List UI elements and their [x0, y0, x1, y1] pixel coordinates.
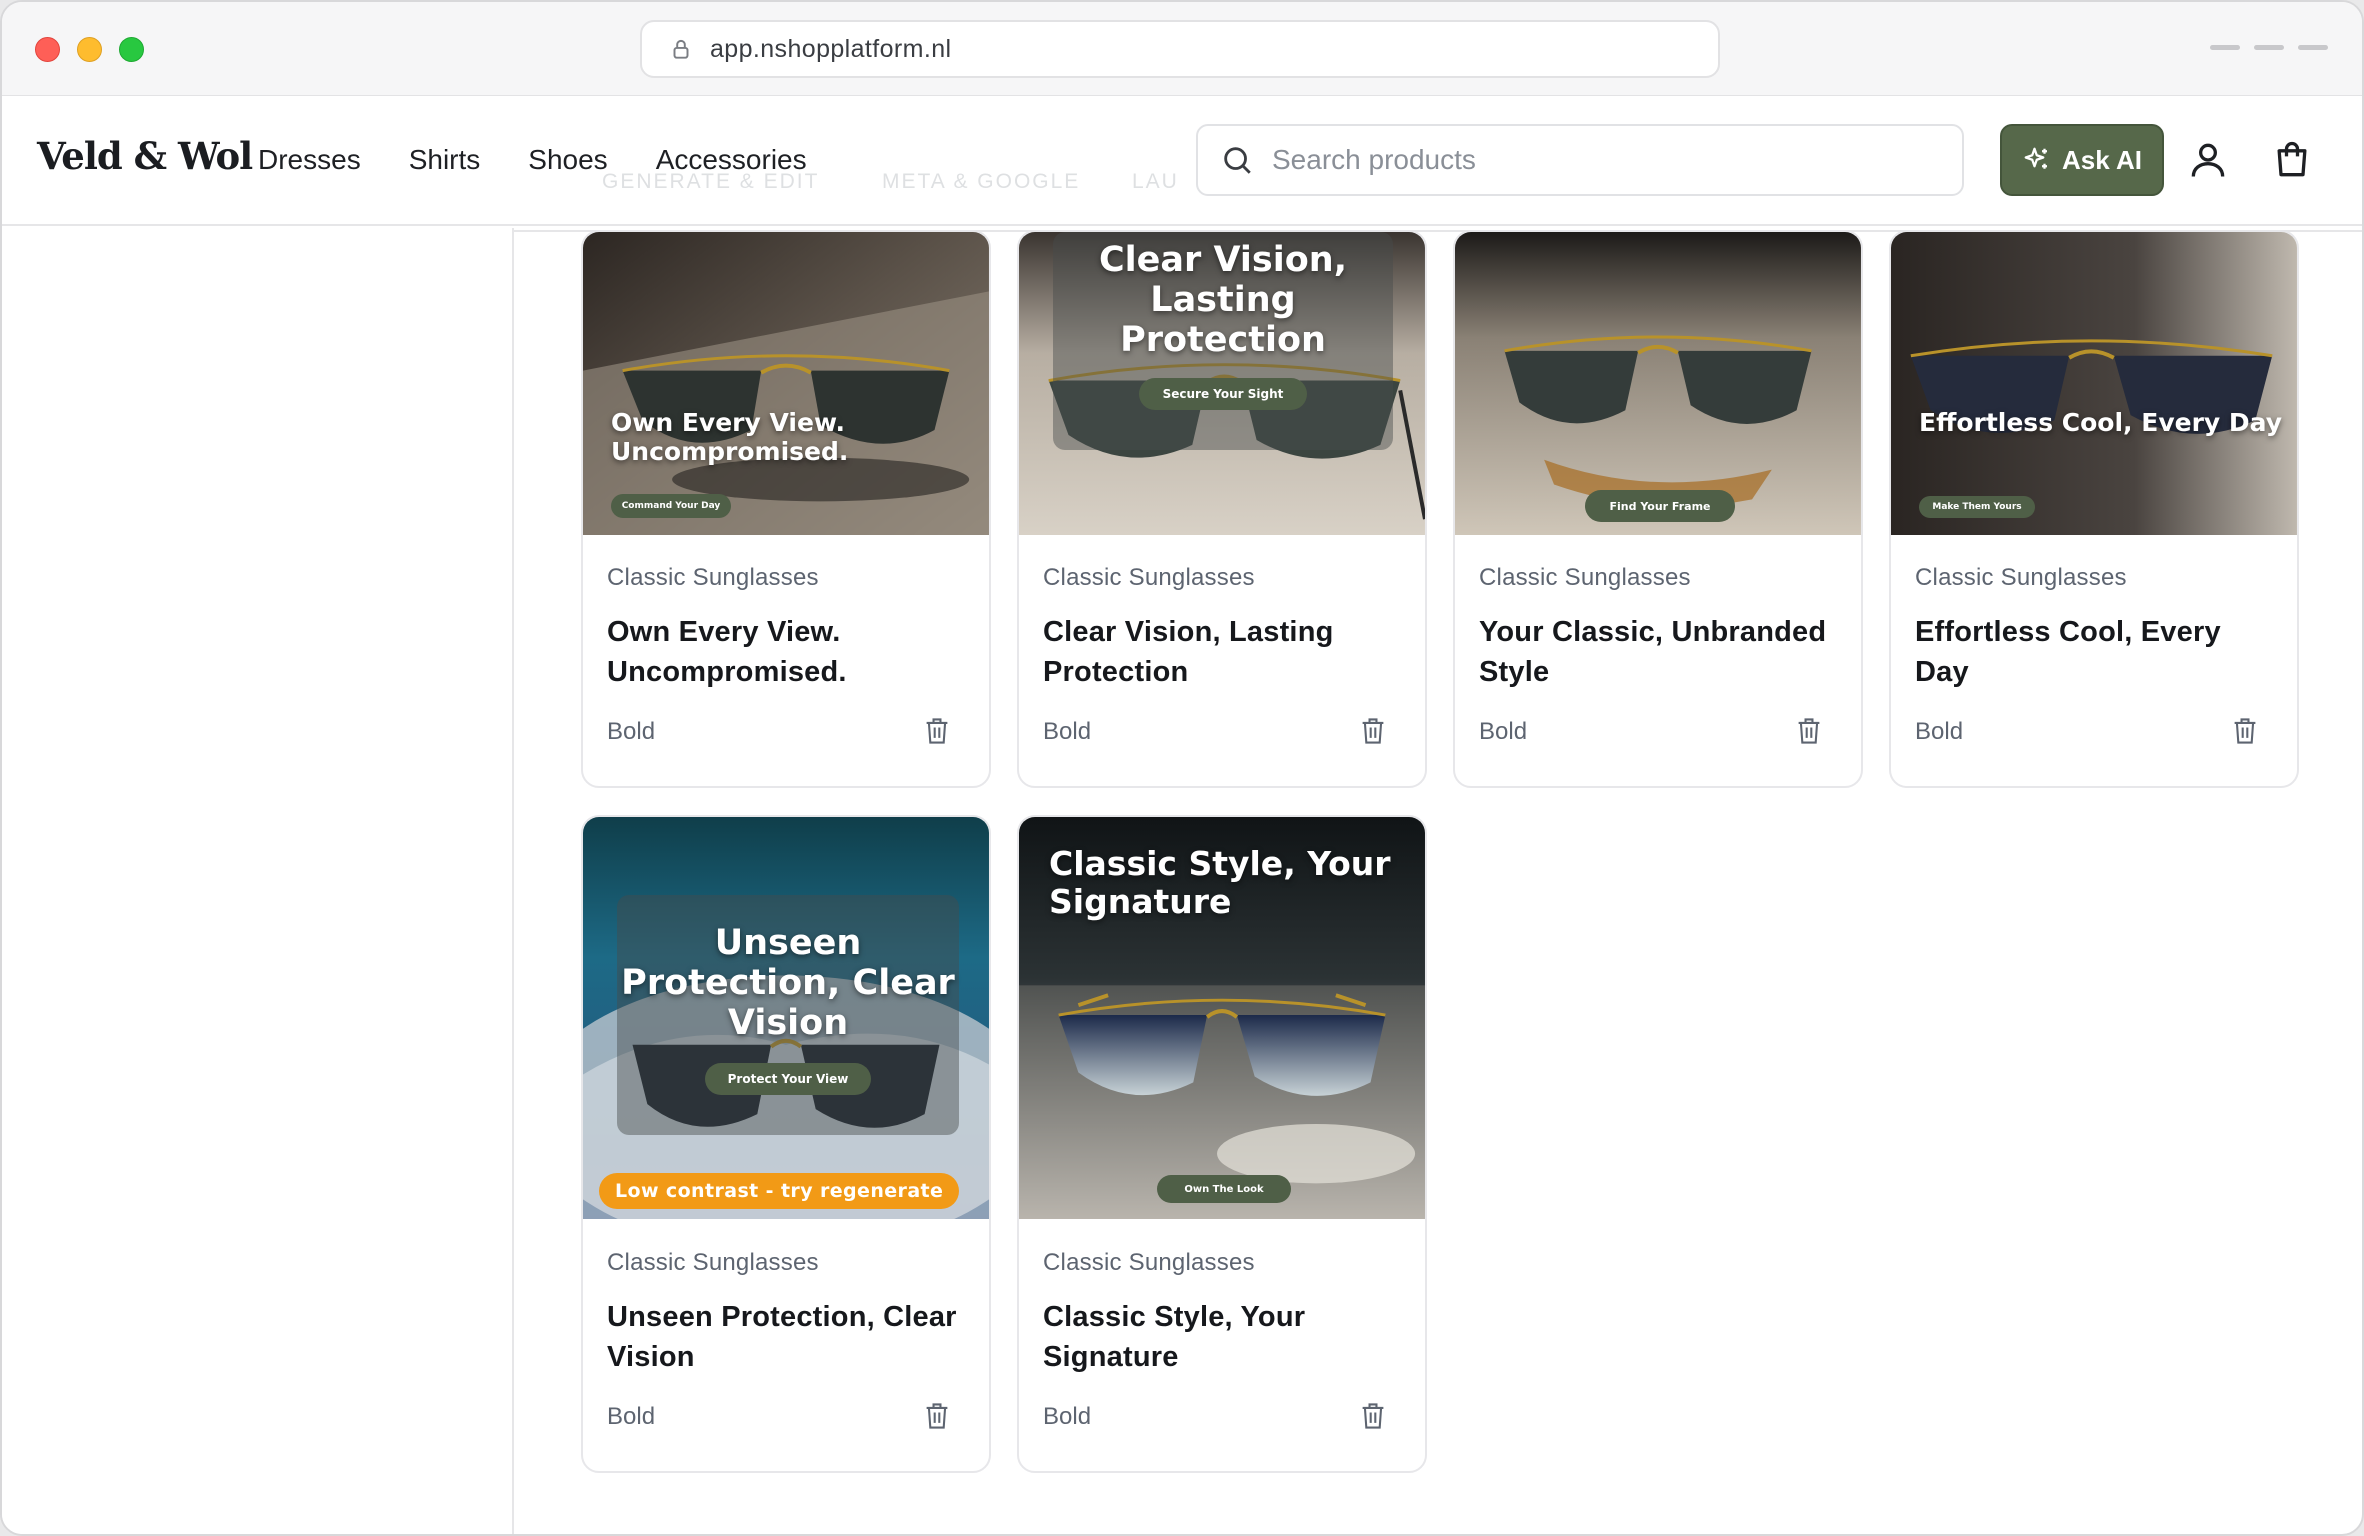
card-body: Classic Sunglasses Own Every View. Uncom…	[583, 538, 989, 746]
nav-item-dresses[interactable]: Dresses	[258, 144, 361, 176]
trash-icon[interactable]	[1795, 716, 1823, 746]
ad-image[interactable]: Classic Style, Your Signature Own The Lo…	[1019, 817, 1425, 1223]
product-card[interactable]: Find Your Frame Classic Sunglasses Your …	[1453, 230, 1863, 788]
maximize-window-button[interactable]	[119, 37, 144, 62]
menu-dash-icon	[2298, 45, 2328, 50]
ad-image[interactable]: Find Your Frame	[1455, 232, 1861, 538]
search-box[interactable]	[1196, 124, 1964, 196]
brand-logo[interactable]: Veld & Wol	[37, 134, 253, 178]
browser-window: app.nshopplatform.nl Veld & Wol Dresses …	[0, 0, 2364, 1536]
search-icon	[1224, 147, 1251, 174]
ad-image[interactable]: Clear Vision, Lasting Protection Secure …	[1019, 232, 1425, 538]
product-card[interactable]: Own Every View. Uncompromised. Command Y…	[581, 230, 991, 788]
card-style-label: Bold	[607, 718, 656, 745]
card-body: Classic Sunglasses Effortless Cool, Ever…	[1891, 538, 2297, 746]
card-title: Clear Vision, Lasting Protection	[1043, 616, 1334, 688]
card-category: Classic Sunglasses	[607, 1249, 819, 1276]
card-body: Classic Sunglasses Your Classic, Unbrand…	[1455, 538, 1861, 746]
browser-toolbar: app.nshopplatform.nl	[2, 2, 2362, 96]
product-card[interactable]: Classic Style, Your Signature Own The Lo…	[1017, 815, 1427, 1473]
ad-cta-badge: Secure Your Sight	[1139, 378, 1307, 410]
sidebar	[2, 228, 514, 1534]
trash-icon[interactable]	[1359, 1401, 1387, 1431]
ad-headline: Clear Vision, Lasting Protection	[1098, 240, 1348, 360]
window-controls[interactable]	[2210, 45, 2328, 50]
search-input[interactable]	[1272, 144, 1912, 176]
card-title: Own Every View. Uncompromised.	[607, 616, 847, 688]
ad-cta-badge: Protect Your View	[705, 1063, 871, 1095]
ad-cta-badge: Command Your Day	[611, 494, 731, 518]
ad-headline: Classic Style, Your Signature	[1049, 844, 1391, 921]
sunglasses-photo	[1891, 232, 2297, 535]
trash-icon[interactable]	[923, 716, 951, 746]
trash-icon[interactable]	[923, 1401, 951, 1431]
card-style-label: Bold	[1915, 718, 1964, 745]
ask-ai-button[interactable]: Ask AI	[2000, 124, 2164, 196]
shopping-bag-icon[interactable]	[2270, 138, 2314, 182]
card-category: Classic Sunglasses	[1915, 564, 2127, 591]
product-card[interactable]: Clear Vision, Lasting Protection Secure …	[1017, 230, 1427, 788]
card-category: Classic Sunglasses	[607, 564, 819, 591]
ad-cta-badge: Find Your Frame	[1585, 490, 1735, 522]
card-style-label: Bold	[1479, 718, 1528, 745]
ask-ai-label: Ask AI	[2062, 144, 2142, 175]
card-title: Unseen Protection, Clear Vision	[607, 1301, 957, 1373]
card-style-label: Bold	[1043, 1403, 1092, 1430]
background-tab-launch: LAU	[1132, 170, 1179, 193]
ad-image[interactable]: Effortless Cool, Every Day Make Them You…	[1891, 232, 2297, 538]
product-card[interactable]: Unseen Protection, Clear Vision Protect …	[581, 815, 991, 1473]
card-title: Your Classic, Unbranded Style	[1479, 616, 1827, 688]
close-window-button[interactable]	[35, 37, 60, 62]
card-body: Classic Sunglasses Classic Style, Your S…	[1019, 1223, 1425, 1431]
card-category: Classic Sunglasses	[1043, 564, 1255, 591]
lock-icon	[673, 39, 689, 59]
sunglasses-photo	[583, 232, 989, 535]
trash-icon[interactable]	[1359, 716, 1387, 746]
card-title: Classic Style, Your Signature	[1043, 1301, 1306, 1373]
menu-dash-icon	[2254, 45, 2284, 50]
card-title: Effortless Cool, Every Day	[1915, 616, 2221, 688]
user-icon[interactable]	[2186, 138, 2230, 182]
ad-image[interactable]: Own Every View. Uncompromised. Command Y…	[583, 232, 989, 538]
card-style-label: Bold	[1043, 718, 1092, 745]
url-text: app.nshopplatform.nl	[710, 34, 952, 63]
ad-image[interactable]: Unseen Protection, Clear Vision Protect …	[583, 817, 989, 1223]
card-category: Classic Sunglasses	[1043, 1249, 1255, 1276]
ad-cta-badge: Own The Look	[1157, 1175, 1291, 1203]
product-card[interactable]: Effortless Cool, Every Day Make Them You…	[1889, 230, 2299, 788]
sparkle-icon	[2024, 147, 2048, 169]
address-bar[interactable]: app.nshopplatform.nl	[640, 20, 1720, 78]
card-style-label: Bold	[607, 1403, 656, 1430]
background-tab-generate: GENERATE & EDIT	[602, 170, 820, 193]
ad-headline: Unseen Protection, Clear Vision	[621, 923, 955, 1043]
minimize-window-button[interactable]	[77, 37, 102, 62]
ad-headline: Own Every View. Uncompromised.	[611, 408, 849, 466]
card-body: Classic Sunglasses Clear Vision, Lasting…	[1019, 538, 1425, 746]
ad-headline: Effortless Cool, Every Day	[1919, 408, 2283, 437]
low-contrast-warning-badge[interactable]: Low contrast - try regenerate	[599, 1173, 960, 1209]
card-category: Classic Sunglasses	[1479, 564, 1691, 591]
trash-icon[interactable]	[2231, 716, 2259, 746]
nav-item-shoes[interactable]: Shoes	[528, 144, 607, 176]
card-body: Classic Sunglasses Unseen Protection, Cl…	[583, 1223, 989, 1431]
background-tab-meta: META & GOOGLE	[882, 170, 1081, 193]
menu-dash-icon	[2210, 45, 2240, 50]
ad-cta-badge: Make Them Yours	[1919, 496, 2035, 518]
nav-item-shirts[interactable]: Shirts	[409, 144, 481, 176]
